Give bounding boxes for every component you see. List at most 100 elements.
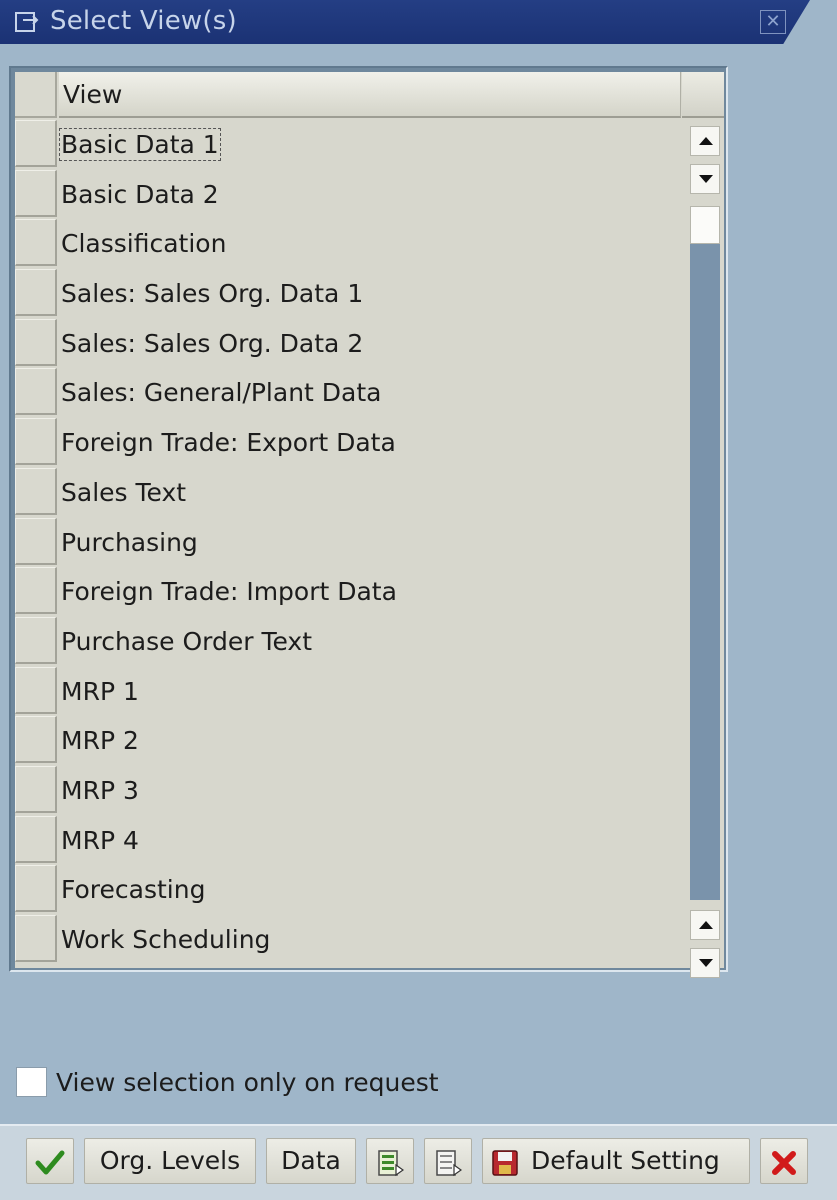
row-selector-button[interactable] xyxy=(15,815,57,863)
row-selector-button[interactable] xyxy=(15,765,57,813)
cancel-button[interactable] xyxy=(760,1138,808,1184)
org-levels-label: Org. Levels xyxy=(99,1146,241,1175)
table-row[interactable]: Purchasing xyxy=(15,517,681,568)
table-row[interactable]: Basic Data 1 xyxy=(15,120,681,170)
view-name[interactable]: MRP 4 xyxy=(59,816,139,865)
scroll-thumb[interactable] xyxy=(690,206,720,244)
scroll-track[interactable] xyxy=(690,244,720,900)
view-name-text: Sales Text xyxy=(61,477,187,507)
view-name-text: Purchase Order Text xyxy=(61,626,313,656)
table-row[interactable]: MRP 1 xyxy=(15,666,681,717)
column-header-view[interactable]: View xyxy=(59,72,681,118)
table-row[interactable]: Sales: General/Plant Data xyxy=(15,368,681,418)
row-selector-button[interactable] xyxy=(15,318,57,366)
view-name-text: MRP 1 xyxy=(61,676,139,706)
view-name-text: Basic Data 2 xyxy=(61,179,219,209)
table-row[interactable]: MRP 2 xyxy=(15,716,681,766)
view-name[interactable]: Forecasting xyxy=(59,865,205,914)
view-name-text: Purchasing xyxy=(61,527,198,557)
table-row[interactable]: MRP 3 xyxy=(15,765,681,816)
scroll-page-up-button[interactable] xyxy=(690,910,720,940)
view-name-text: Work Scheduling xyxy=(61,925,271,954)
select-all-icon xyxy=(376,1147,405,1191)
vertical-scrollbar[interactable] xyxy=(685,120,723,978)
view-name[interactable]: Purchasing xyxy=(59,518,198,567)
org-levels-button[interactable]: Org. Levels xyxy=(84,1138,256,1184)
view-name[interactable]: Sales Text xyxy=(59,468,186,517)
view-name-text: MRP 3 xyxy=(61,775,139,805)
row-selector-button[interactable] xyxy=(15,418,57,466)
row-selector-button[interactable] xyxy=(15,169,57,217)
cancel-icon xyxy=(770,1147,798,1191)
table-row[interactable]: Sales Text xyxy=(15,467,681,518)
deselect-all-button[interactable] xyxy=(424,1138,472,1184)
dialog-toolbar: Org. Levels Data Default Setting xyxy=(0,1124,837,1200)
view-name[interactable]: Sales: Sales Org. Data 2 xyxy=(59,319,363,368)
view-selection-on-request-label: View selection only on request xyxy=(56,1068,439,1097)
default-setting-button[interactable]: Default Setting xyxy=(482,1138,750,1184)
view-selection-on-request-checkbox[interactable] xyxy=(16,1067,47,1097)
view-name[interactable]: Sales: General/Plant Data xyxy=(59,368,381,417)
close-icon[interactable]: ✕ xyxy=(760,10,786,34)
row-selector-button[interactable] xyxy=(15,467,57,515)
row-selector-button[interactable] xyxy=(15,666,57,714)
title-bar: Select View(s) ✕ xyxy=(0,0,837,44)
row-selector-button[interactable] xyxy=(15,219,57,267)
scroll-down-button[interactable] xyxy=(690,164,720,194)
row-selector-button[interactable] xyxy=(15,368,57,416)
view-list: Basic Data 1 Basic Data 2 Classification Sa… xyxy=(15,120,681,965)
view-name[interactable]: Basic Data 2 xyxy=(59,170,219,219)
table-row[interactable]: Foreign Trade: Import Data xyxy=(15,567,681,617)
view-name[interactable]: Foreign Trade: Export Data xyxy=(59,418,396,467)
table-row[interactable]: Foreign Trade: Export Data xyxy=(15,418,681,468)
scroll-up-button[interactable] xyxy=(690,126,720,156)
view-name[interactable]: Purchase Order Text xyxy=(59,617,312,666)
select-all-button[interactable] xyxy=(366,1138,414,1184)
view-name-text: Classification xyxy=(61,229,227,259)
view-name[interactable]: MRP 1 xyxy=(59,667,139,716)
view-name[interactable]: Work Scheduling xyxy=(59,915,270,964)
view-name-text: MRP 4 xyxy=(61,825,139,855)
view-name-text: MRP 2 xyxy=(61,726,139,756)
select-all-corner-button[interactable] xyxy=(15,72,57,118)
dialog-icon xyxy=(14,10,40,34)
table-row[interactable]: Basic Data 2 xyxy=(15,169,681,220)
data-label: Data xyxy=(281,1146,341,1175)
view-name[interactable]: Classification xyxy=(59,219,226,268)
view-name-text: Foreign Trade: Import Data xyxy=(61,577,397,607)
row-selector-button[interactable] xyxy=(15,716,57,764)
view-name[interactable]: Basic Data 1 xyxy=(59,120,221,169)
table-row[interactable]: Classification xyxy=(15,219,681,269)
row-selector-button[interactable] xyxy=(15,517,57,565)
view-name[interactable]: MRP 3 xyxy=(59,766,139,815)
data-button[interactable]: Data xyxy=(266,1138,356,1184)
save-icon xyxy=(491,1147,519,1191)
row-selector-button[interactable] xyxy=(15,120,57,167)
row-selector-button[interactable] xyxy=(15,865,57,913)
row-selector-button[interactable] xyxy=(15,616,57,664)
table-row[interactable]: Forecasting xyxy=(15,865,681,915)
view-name-text: Foreign Trade: Export Data xyxy=(61,428,396,458)
view-name-text: Sales: General/Plant Data xyxy=(61,378,382,408)
view-name[interactable]: MRP 2 xyxy=(59,716,139,765)
default-setting-label: Default Setting xyxy=(531,1146,720,1175)
view-name[interactable]: Foreign Trade: Import Data xyxy=(59,567,397,616)
scroll-page-down-button[interactable] xyxy=(690,948,720,978)
checkmark-icon xyxy=(35,1147,65,1191)
view-name-text: Sales: Sales Org. Data 2 xyxy=(61,328,364,358)
view-name[interactable]: Sales: Sales Org. Data 1 xyxy=(59,269,363,318)
table-row[interactable]: Sales: Sales Org. Data 1 xyxy=(15,269,681,319)
row-selector-button[interactable] xyxy=(15,269,57,317)
row-selector-button[interactable] xyxy=(15,567,57,615)
table-row[interactable]: Purchase Order Text xyxy=(15,616,681,667)
table-row[interactable]: Sales: Sales Org. Data 2 xyxy=(15,318,681,369)
column-settings-button[interactable] xyxy=(682,72,724,118)
dialog-title: Select View(s) xyxy=(50,6,237,36)
view-name-text: Sales: Sales Org. Data 1 xyxy=(61,279,364,309)
deselect-all-icon xyxy=(434,1147,463,1191)
table-row[interactable]: MRP 4 xyxy=(15,815,681,866)
row-selector-button[interactable] xyxy=(15,915,57,962)
table-row[interactable]: Work Scheduling xyxy=(15,915,681,965)
continue-button[interactable] xyxy=(26,1138,74,1184)
view-name-text: Forecasting xyxy=(61,875,206,905)
